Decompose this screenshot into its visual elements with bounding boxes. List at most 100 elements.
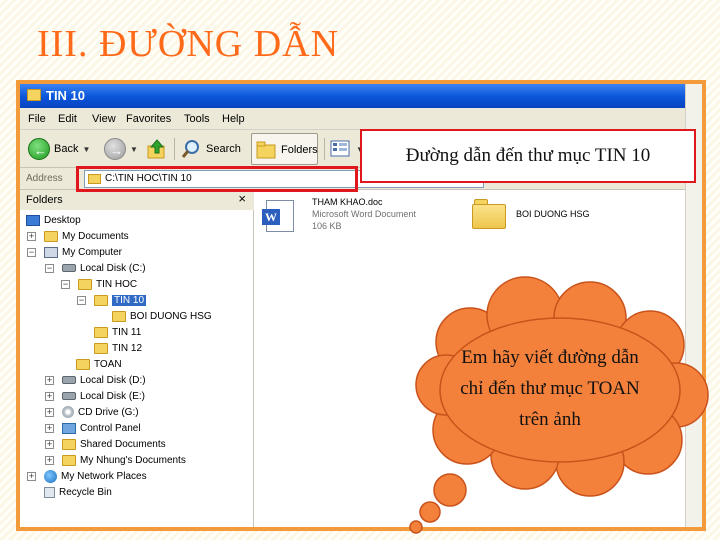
search-icon bbox=[181, 140, 199, 158]
menu-tools[interactable]: Tools bbox=[184, 113, 210, 125]
tree-item-label: Local Disk (C:) bbox=[80, 262, 146, 274]
menu-view[interactable]: View bbox=[92, 113, 116, 125]
menu-favorites[interactable]: Favorites bbox=[126, 113, 171, 125]
tree-item-user-documents[interactable]: + My Nhung's Documents bbox=[45, 452, 186, 468]
recycle-bin-icon bbox=[44, 486, 55, 498]
tree-item-label-selected: TIN 10 bbox=[112, 294, 147, 306]
folders-label: Folders bbox=[281, 144, 318, 156]
collapse-icon[interactable]: − bbox=[45, 263, 54, 273]
folder-icon bbox=[78, 278, 92, 290]
back-label: Back bbox=[54, 143, 79, 155]
search-button[interactable]: Search bbox=[180, 136, 241, 162]
toolbar-separator bbox=[174, 138, 175, 160]
tree-item-my-network-places[interactable]: + My Network Places bbox=[27, 468, 147, 484]
tree-item-tin-11[interactable]: TIN 11 bbox=[94, 324, 141, 340]
disk-icon bbox=[62, 264, 76, 272]
file-item-tham-khao[interactable]: THAM KHAO.doc Microsoft Word Document 10… bbox=[312, 196, 416, 232]
close-icon[interactable]: × bbox=[238, 191, 246, 206]
disk-icon bbox=[62, 392, 76, 400]
folder-open-icon bbox=[94, 294, 108, 306]
chevron-down-icon: ▼ bbox=[130, 144, 138, 154]
menu-bar: File Edit View Favorites Tools Help bbox=[20, 108, 702, 130]
folder-icon bbox=[27, 89, 41, 101]
menu-file[interactable]: File bbox=[28, 113, 46, 125]
tree-item-label: My Documents bbox=[62, 230, 129, 242]
file-type: Microsoft Word Document bbox=[312, 209, 416, 219]
collapse-icon[interactable]: − bbox=[27, 247, 36, 257]
expand-icon[interactable]: + bbox=[45, 375, 54, 385]
folder-icon bbox=[62, 454, 76, 466]
cd-icon bbox=[62, 406, 74, 418]
folders-pane: Folders × Desktop + My Documents − My Co… bbox=[20, 190, 254, 527]
folder-icon bbox=[44, 230, 58, 242]
tree-item-control-panel[interactable]: + Control Panel bbox=[45, 420, 141, 436]
expand-icon[interactable]: + bbox=[45, 439, 54, 449]
tree-item-label: My Nhung's Documents bbox=[80, 454, 186, 466]
tree-item-label: Recycle Bin bbox=[59, 486, 112, 498]
expand-icon[interactable]: + bbox=[27, 471, 36, 481]
collapse-icon[interactable]: − bbox=[77, 295, 86, 305]
tree-item-desktop[interactable]: Desktop bbox=[26, 212, 81, 228]
tree-item-tin-12[interactable]: TIN 12 bbox=[94, 340, 142, 356]
explorer-window: TIN 10 File Edit View Favorites Tools He… bbox=[16, 80, 706, 531]
address-highlight-box bbox=[76, 166, 358, 192]
tree-item-label: My Network Places bbox=[61, 470, 147, 482]
up-folder-button[interactable] bbox=[146, 136, 168, 162]
folder-icon bbox=[94, 326, 108, 338]
tree-item-label: TIN 11 bbox=[112, 326, 142, 338]
word-document-icon[interactable]: W bbox=[262, 200, 294, 232]
tree-item-local-disk-d[interactable]: + Local Disk (D:) bbox=[45, 372, 146, 388]
expand-icon[interactable]: + bbox=[45, 423, 54, 433]
tree-item-boi-duong-hsg[interactable]: BOI DUONG HSG bbox=[112, 308, 212, 324]
tree-item-label: Control Panel bbox=[80, 422, 141, 434]
folder-icon bbox=[112, 310, 126, 322]
file-size: 106 KB bbox=[312, 221, 342, 231]
folders-pane-header: Folders × bbox=[20, 190, 254, 210]
expand-icon[interactable]: + bbox=[45, 455, 54, 465]
back-arrow-icon: ← bbox=[28, 138, 50, 160]
window-title: TIN 10 bbox=[46, 88, 86, 103]
tree-item-label: CD Drive (G:) bbox=[78, 406, 139, 418]
file-item-boi-duong-hsg[interactable]: BOI DUONG HSG bbox=[516, 208, 590, 220]
tree-item-shared-documents[interactable]: + Shared Documents bbox=[45, 436, 166, 452]
tree-item-local-disk-c[interactable]: − Local Disk (C:) bbox=[45, 260, 146, 276]
tree-item-label: TIN HOC bbox=[96, 278, 138, 290]
menu-edit[interactable]: Edit bbox=[58, 113, 77, 125]
collapse-icon[interactable]: − bbox=[61, 279, 70, 289]
folder-icon[interactable] bbox=[472, 199, 506, 229]
tree-item-tin-hoc[interactable]: − TIN HOC bbox=[61, 276, 138, 292]
tree-item-recycle-bin[interactable]: Recycle Bin bbox=[44, 484, 112, 500]
tree-item-label: TIN 12 bbox=[112, 342, 143, 354]
expand-icon[interactable]: + bbox=[45, 407, 54, 417]
slide-title: III. ĐƯỜNG DẪN bbox=[37, 23, 340, 65]
forward-button[interactable]: → ▼ bbox=[104, 136, 138, 162]
expand-icon[interactable]: + bbox=[27, 231, 36, 241]
tree-item-my-documents[interactable]: + My Documents bbox=[27, 228, 129, 244]
search-label: Search bbox=[206, 143, 241, 155]
tree-item-toan[interactable]: TOAN bbox=[76, 356, 122, 372]
tree-item-label: Local Disk (D:) bbox=[80, 374, 146, 386]
tree-item-local-disk-e[interactable]: + Local Disk (E:) bbox=[45, 388, 146, 404]
thought-bubble-text: Em hãy viết đường dẫn chỉ đến thư mục TO… bbox=[460, 347, 640, 430]
title-bar[interactable]: TIN 10 bbox=[20, 84, 702, 108]
tree-item-label: Local Disk (E:) bbox=[80, 390, 146, 402]
back-button[interactable]: ← Back ▼ bbox=[28, 136, 90, 162]
views-button[interactable]: ▼ bbox=[330, 136, 364, 162]
file-name: THAM KHAO.doc bbox=[312, 197, 383, 207]
views-icon bbox=[330, 140, 350, 157]
computer-icon bbox=[44, 246, 58, 258]
folders-button[interactable]: Folders bbox=[251, 133, 318, 165]
tree-item-tin-10[interactable]: − TIN 10 bbox=[77, 292, 147, 308]
folder-icon bbox=[62, 438, 76, 450]
expand-icon[interactable]: + bbox=[45, 391, 54, 401]
tree-item-label: BOI DUONG HSG bbox=[130, 310, 212, 322]
tree-item-label: TOAN bbox=[94, 358, 122, 370]
path-annotation: Đường dẫn đến thư mục TIN 10 bbox=[360, 129, 696, 183]
folders-pane-title: Folders bbox=[26, 194, 63, 206]
tree-item-cd-drive[interactable]: + CD Drive (G:) bbox=[45, 404, 139, 420]
network-icon bbox=[44, 469, 57, 483]
menu-help[interactable]: Help bbox=[222, 113, 245, 125]
folders-icon bbox=[256, 141, 276, 159]
tree-item-label: Shared Documents bbox=[80, 438, 166, 450]
tree-item-my-computer[interactable]: − My Computer bbox=[27, 244, 122, 260]
